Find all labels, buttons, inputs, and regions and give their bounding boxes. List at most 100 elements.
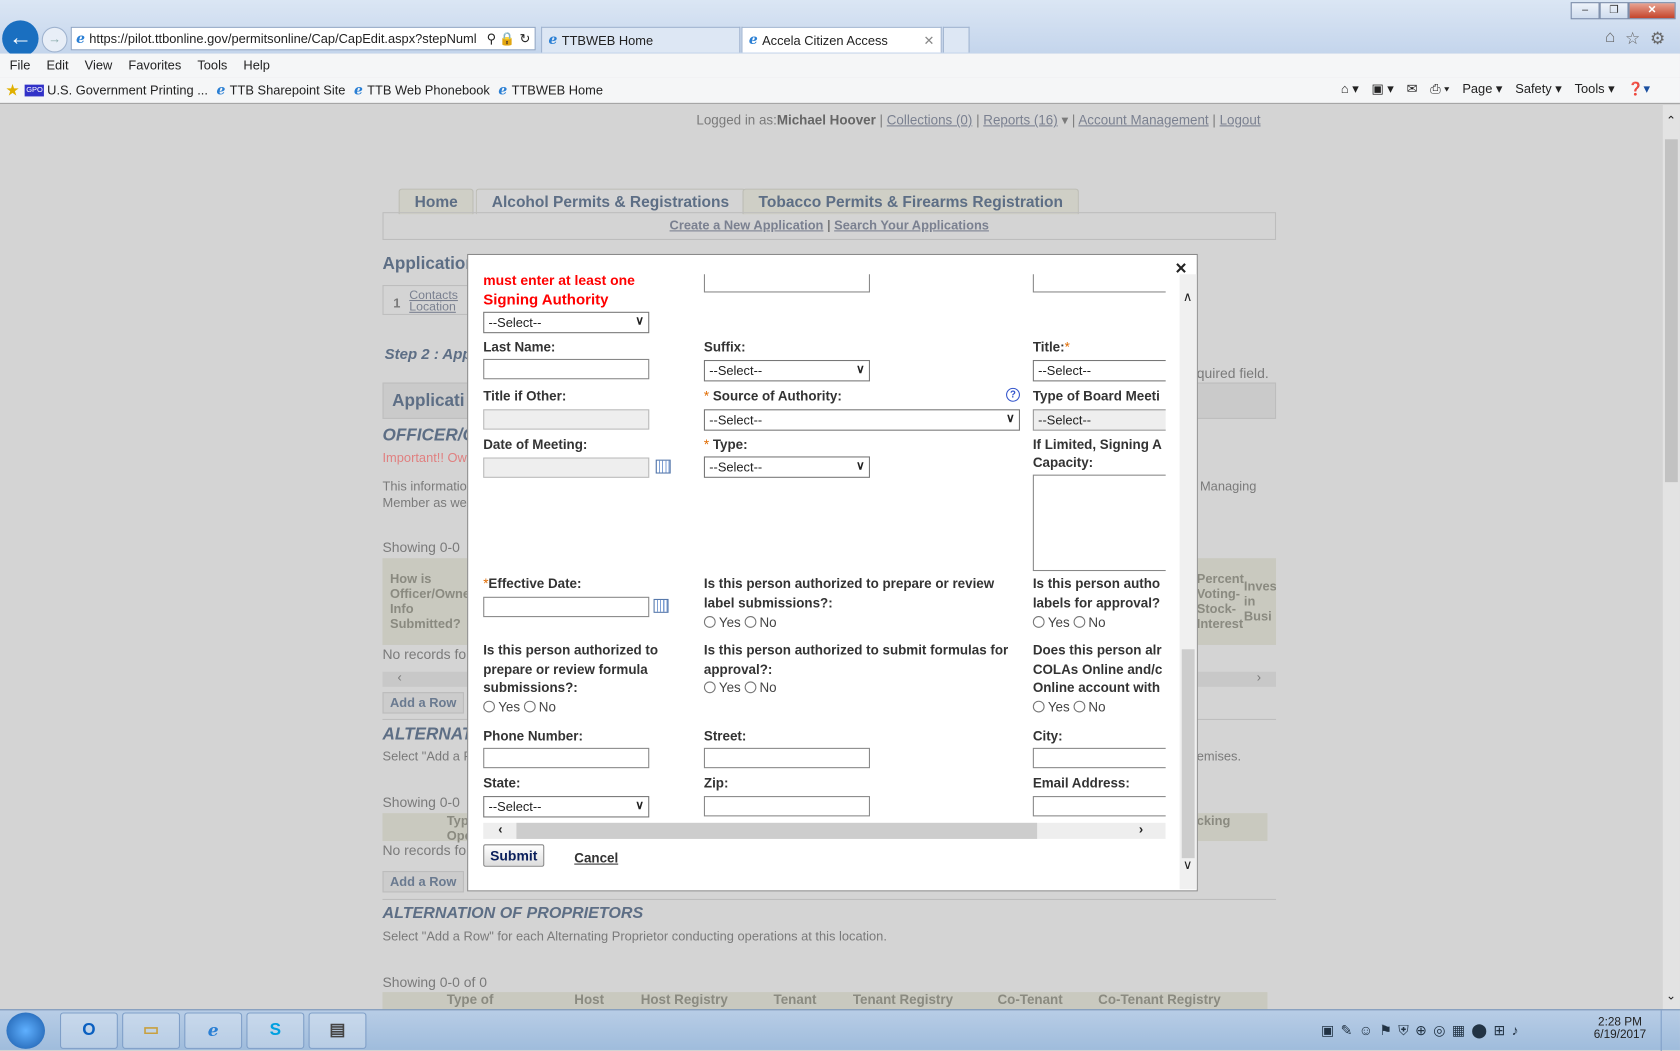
radio-yes[interactable]: Yes bbox=[703, 680, 741, 695]
title-other-input[interactable] bbox=[483, 409, 650, 430]
home-icon[interactable]: ⌂ ▾ bbox=[1341, 81, 1359, 97]
state-select[interactable]: --Select-- ∨ bbox=[483, 796, 650, 818]
minimize-icon[interactable]: – bbox=[1570, 2, 1600, 20]
scroll-left-icon[interactable]: ‹ bbox=[498, 822, 502, 837]
forward-button[interactable]: → bbox=[41, 26, 68, 53]
app-window-icon[interactable]: ▤ bbox=[308, 1012, 367, 1049]
logout-link[interactable]: Logout bbox=[1220, 112, 1261, 127]
restore-icon[interactable]: ❐ bbox=[1599, 2, 1629, 20]
limited-capacity-textarea[interactable] bbox=[1032, 474, 1166, 572]
radio-no[interactable]: No bbox=[744, 615, 777, 630]
top-field-input[interactable] bbox=[1032, 274, 1166, 293]
help-icon[interactable]: ❓▾ bbox=[1627, 81, 1649, 97]
tab-accela[interactable]: e Accela Citizen Access ✕ bbox=[741, 26, 942, 53]
suffix-select[interactable]: --Select-- ∨ bbox=[703, 359, 870, 382]
nav-tab-home[interactable]: Home bbox=[398, 188, 474, 215]
signing-authority-select[interactable]: --Select-- ∨ bbox=[483, 311, 650, 334]
radio-no[interactable]: No bbox=[523, 700, 556, 715]
safety-menu[interactable]: Safety ▾ bbox=[1515, 81, 1561, 97]
fav-sharepoint[interactable]: e TTB Sharepoint Site bbox=[217, 82, 346, 98]
collections-link[interactable]: Collections (0) bbox=[887, 112, 973, 127]
favorites-star-icon[interactable]: ☆ bbox=[1625, 28, 1640, 49]
tab-ttbweb-home[interactable]: e TTBWEB Home bbox=[541, 26, 741, 53]
phone-input[interactable] bbox=[483, 747, 650, 769]
search-icon[interactable]: ⚲ bbox=[487, 31, 496, 46]
show-desktop-button[interactable] bbox=[1660, 1010, 1680, 1051]
file-explorer-icon[interactable]: ▭ bbox=[122, 1012, 180, 1049]
scroll-up-icon[interactable]: ∧ bbox=[1183, 289, 1192, 304]
mail-icon[interactable]: ✉ bbox=[1407, 81, 1418, 97]
add-row-button[interactable]: Add a Row bbox=[382, 692, 464, 714]
radio-yes[interactable]: Yes bbox=[483, 700, 520, 715]
board-meeting-select[interactable]: --Select-- bbox=[1032, 409, 1166, 431]
radio-no[interactable]: No bbox=[1073, 700, 1106, 715]
scroll-right-icon[interactable]: › bbox=[1139, 822, 1143, 837]
form-hscrollbar[interactable]: ‹ › bbox=[483, 822, 1166, 839]
home-icon[interactable]: ⌂ bbox=[1605, 28, 1615, 49]
street-input[interactable] bbox=[703, 747, 870, 769]
account-management-link[interactable]: Account Management bbox=[1078, 112, 1208, 127]
zip-input[interactable] bbox=[703, 796, 870, 817]
last-name-input[interactable] bbox=[483, 358, 650, 380]
page-menu[interactable]: Page ▾ bbox=[1462, 81, 1502, 97]
nav-tab-tobacco[interactable]: Tobacco Permits & Firearms Registration bbox=[742, 188, 1080, 215]
fav-gpo[interactable]: GPO U.S. Government Printing ... bbox=[25, 82, 208, 97]
radio-yes[interactable]: Yes bbox=[703, 615, 741, 630]
title-select[interactable]: --Select-- bbox=[1032, 359, 1166, 382]
calendar-icon[interactable] bbox=[655, 459, 671, 474]
print-icon[interactable]: ⎙ ▾ bbox=[1430, 81, 1449, 97]
gear-icon[interactable]: ⚙ bbox=[1650, 28, 1665, 49]
scroll-down-icon[interactable]: ∨ bbox=[1183, 857, 1192, 872]
top-field-input[interactable] bbox=[703, 274, 870, 293]
radio-no[interactable]: No bbox=[1073, 615, 1106, 630]
address-bar[interactable]: e https://pilot.ttbonline.gov/permitsonl… bbox=[70, 26, 536, 51]
scroll-down-icon[interactable]: ⌄ bbox=[1666, 989, 1676, 1003]
scroll-right-icon[interactable]: › bbox=[1257, 670, 1261, 685]
skype-icon[interactable]: S bbox=[246, 1012, 305, 1049]
tools-menu[interactable]: Tools ▾ bbox=[1575, 81, 1615, 97]
back-button[interactable]: ← bbox=[2, 20, 39, 57]
favorites-add-icon[interactable]: ★ bbox=[5, 80, 19, 99]
scroll-up-icon[interactable]: ⌃ bbox=[1666, 114, 1676, 128]
radio-no[interactable]: No bbox=[744, 680, 777, 695]
menu-help[interactable]: Help bbox=[243, 58, 269, 73]
fav-phonebook[interactable]: e TTB Web Phonebook bbox=[354, 82, 490, 98]
date-meeting-input[interactable] bbox=[483, 457, 650, 478]
type-select[interactable]: --Select-- ∨ bbox=[703, 456, 870, 478]
add-row-button[interactable]: Add a Row bbox=[382, 871, 464, 893]
radio-yes[interactable]: Yes bbox=[1032, 700, 1070, 715]
menu-tools[interactable]: Tools bbox=[197, 58, 227, 73]
create-application-link[interactable]: Create a New Application bbox=[670, 217, 824, 232]
email-input[interactable] bbox=[1032, 796, 1166, 817]
search-applications-link[interactable]: Search Your Applications bbox=[834, 217, 989, 232]
new-tab-button[interactable] bbox=[942, 26, 970, 53]
close-tab-icon[interactable]: ✕ bbox=[923, 33, 934, 48]
refresh-icon[interactable]: ↻ bbox=[520, 31, 531, 46]
source-authority-select[interactable]: --Select-- ∨ bbox=[703, 409, 1020, 431]
address-url[interactable]: https://pilot.ttbonline.gov/permitsonlin… bbox=[89, 31, 483, 46]
step-location-link[interactable]: Location bbox=[409, 301, 456, 314]
scroll-left-icon[interactable]: ‹ bbox=[397, 670, 401, 685]
menu-favorites[interactable]: Favorites bbox=[128, 58, 181, 73]
effective-date-input[interactable] bbox=[483, 596, 650, 618]
help-icon[interactable]: ? bbox=[1006, 387, 1020, 402]
calendar-icon[interactable] bbox=[653, 598, 669, 613]
feeds-icon[interactable]: ▣ ▾ bbox=[1372, 81, 1394, 97]
fav-ttbweb[interactable]: e TTBWEB Home bbox=[498, 82, 603, 98]
outlook-icon[interactable]: O bbox=[59, 1012, 118, 1049]
menu-edit[interactable]: Edit bbox=[46, 58, 68, 73]
nav-tab-alcohol[interactable]: Alcohol Permits & Registrations bbox=[475, 188, 746, 215]
menu-view[interactable]: View bbox=[85, 58, 113, 73]
scrollbar-thumb[interactable] bbox=[1664, 139, 1678, 483]
page-scrollbar[interactable]: ⌃ ⌄ bbox=[1662, 104, 1680, 1010]
scrollbar-thumb[interactable] bbox=[516, 822, 1038, 839]
dialog-scrollbar[interactable]: ∧ ∨ bbox=[1179, 274, 1197, 890]
close-icon[interactable]: ✕ bbox=[1628, 2, 1676, 20]
start-button[interactable] bbox=[6, 1012, 45, 1049]
menu-file[interactable]: File bbox=[10, 58, 31, 73]
radio-yes[interactable]: Yes bbox=[1032, 615, 1070, 630]
reports-link[interactable]: Reports (16) bbox=[983, 112, 1057, 127]
system-tray-icons[interactable]: ▣✎☺⚑⛨⊕◎▦⬤⊞♪ bbox=[1321, 1022, 1525, 1039]
city-input[interactable] bbox=[1032, 747, 1166, 769]
clock[interactable]: 2:28 PM 6/19/2017 bbox=[1588, 1016, 1652, 1042]
